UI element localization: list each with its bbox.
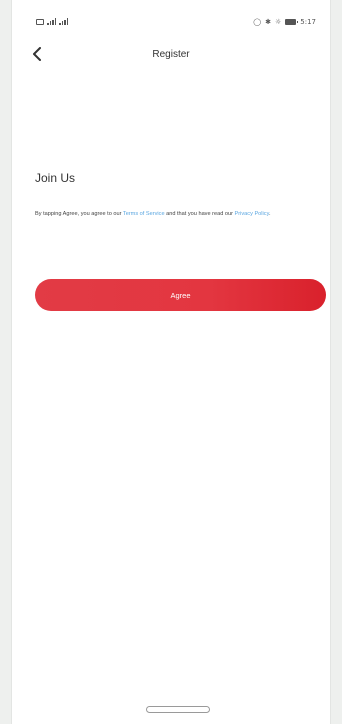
sim-card-icon bbox=[36, 18, 44, 25]
status-bar-left bbox=[36, 18, 68, 25]
page-title: Register bbox=[152, 49, 190, 60]
signal-icon bbox=[47, 18, 56, 25]
status-bar-right: ◯ ✱ ☼ 5:17 bbox=[253, 18, 316, 26]
alarm-icon: ◯ bbox=[253, 17, 262, 26]
terms-middle: and that you have read our bbox=[164, 211, 235, 217]
header: Register bbox=[12, 40, 330, 70]
agree-button[interactable]: Agree bbox=[35, 279, 326, 311]
terms-text: By tapping Agree, you agree to our Terms… bbox=[35, 210, 325, 218]
wifi-icon: ☼ bbox=[274, 17, 282, 26]
signal-icon-2 bbox=[59, 18, 68, 25]
battery-icon bbox=[285, 19, 299, 25]
terms-of-service-link[interactable]: Terms of Service bbox=[123, 211, 165, 217]
terms-prefix: By tapping Agree, you agree to our bbox=[35, 211, 123, 217]
home-indicator[interactable] bbox=[146, 706, 210, 713]
join-heading: Join Us bbox=[35, 171, 76, 185]
app-screen: ◯ ✱ ☼ 5:17 Register Join Us By tapping A… bbox=[12, 0, 330, 724]
status-time: 5:17 bbox=[300, 18, 316, 26]
privacy-policy-link[interactable]: Privacy Policy bbox=[235, 211, 269, 217]
terms-suffix: . bbox=[268, 211, 271, 217]
bluetooth-icon: ✱ bbox=[265, 17, 271, 26]
status-bar: ◯ ✱ ☼ 5:17 bbox=[12, 0, 330, 30]
